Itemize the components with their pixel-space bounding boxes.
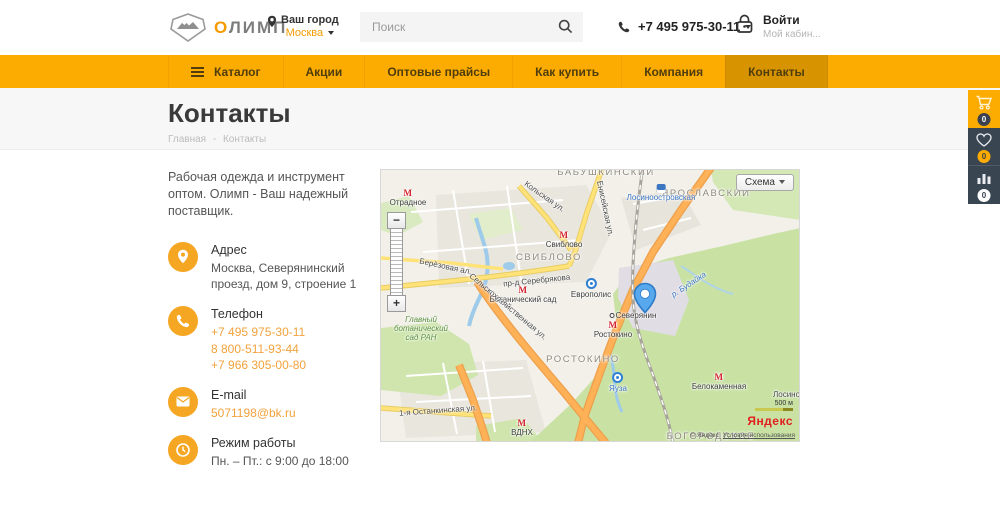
header-phone-number[interactable]: +7 495 975-30-11: [638, 19, 740, 34]
map-label: СВИБЛОВО: [516, 252, 582, 263]
login-label: Войти: [763, 13, 821, 27]
map-copyright: © ЯндексУсловия использования: [690, 432, 795, 439]
cart-count-badge: 0: [978, 113, 991, 126]
envelope-icon: [168, 387, 198, 417]
contact-phones: Телефон +7 495 975-30-11 8 800-511-93-44…: [168, 306, 360, 374]
bar-chart-icon: [977, 171, 992, 185]
location-pin-icon: [267, 15, 277, 31]
login-button[interactable]: Войти Мой кабин...: [735, 13, 821, 40]
logo-shield-icon: [170, 13, 206, 42]
email-label: E-mail: [211, 387, 296, 404]
cart-icon: [976, 95, 993, 111]
nav-item-catalog[interactable]: Каталог: [168, 55, 283, 88]
breadcrumb-home[interactable]: Главная: [168, 134, 206, 145]
phone-link-1[interactable]: +7 495 975-30-11: [211, 324, 306, 341]
zoom-in-button[interactable]: +: [387, 295, 406, 312]
favorites-count-badge: 0: [978, 150, 991, 163]
feedback-section: Обратная связь Сообщение * Ваше имя *: [0, 482, 1000, 509]
metro-icon: М: [404, 188, 413, 198]
phone-link-3[interactable]: +7 966 305-00-80: [211, 357, 306, 374]
scale-bar: [755, 408, 793, 411]
map-canvas: [381, 170, 800, 442]
heart-icon: [976, 133, 992, 147]
zoom-slider[interactable]: [390, 229, 403, 295]
hamburger-icon: [191, 65, 204, 79]
favorites-button[interactable]: 0: [968, 128, 1000, 166]
map-poi-icon: [585, 278, 596, 289]
contact-email: E-mail 5071198@bk.ru: [168, 387, 360, 422]
compare-button[interactable]: 0: [968, 166, 1000, 204]
title-band: Контакты Главная - Контакты: [0, 88, 1000, 150]
map-zoom-control: − +: [387, 212, 406, 312]
zoom-out-button[interactable]: −: [387, 212, 406, 229]
phones-label: Телефон: [211, 306, 306, 323]
search-icon[interactable]: [558, 19, 573, 39]
map-poi-icon: [613, 372, 624, 383]
address-label: Адрес: [211, 242, 361, 259]
address-pin-icon: [168, 242, 198, 272]
map-label: МБелокаменная: [692, 372, 746, 391]
hours-value: Пн. – Пт.: с 9:00 до 18:00: [211, 453, 361, 470]
city-value[interactable]: Москва: [281, 27, 339, 39]
contact-info-column: Рабочая одежда и инструмент оптом. Олимп…: [168, 169, 380, 482]
login-sublabel: Мой кабин...: [763, 29, 821, 40]
header-phone[interactable]: +7 495 975-30-11: [618, 19, 751, 34]
cart-button[interactable]: 0: [968, 90, 1000, 128]
yandex-map[interactable]: БАБУШКИНСКИЙЯРОСЛАВСКИЙЛосиноостровскаяМ…: [380, 169, 800, 442]
yandex-logo[interactable]: Яндекс: [747, 414, 793, 428]
compare-count-badge: 0: [978, 189, 991, 202]
metro-icon: М: [517, 418, 526, 428]
main-nav: Каталог Акции Оптовые прайсы Как купить …: [0, 55, 1000, 88]
metro-icon: М: [715, 372, 724, 382]
contact-hours: Режим работы Пн. – Пт.: с 9:00 до 18:00: [168, 435, 360, 470]
map-label: Европолис: [571, 278, 611, 299]
address-value: Москва, Северянинский проезд, дом 9, стр…: [211, 260, 361, 293]
map-label: БАБУШКИНСКИЙ: [557, 169, 655, 178]
page-title: Контакты: [168, 98, 1000, 129]
map-label: МСвиблово: [546, 230, 583, 249]
map-label: Лосиноостровская: [627, 184, 696, 202]
metro-icon: М: [608, 320, 617, 330]
map-layer-button[interactable]: Схема: [736, 174, 794, 191]
breadcrumb-separator: -: [213, 134, 216, 145]
contact-address: Адрес Москва, Северянинский проезд, дом …: [168, 242, 360, 293]
layer-chevron-icon: [779, 180, 785, 184]
search-box: [360, 12, 583, 42]
map-label: Лосиноост: [773, 390, 800, 399]
nav-item-contacts[interactable]: Контакты: [725, 55, 828, 88]
breadcrumb: Главная - Контакты: [168, 134, 1000, 145]
city-label: Ваш город: [281, 14, 339, 26]
phone-link-2[interactable]: 8 800-511-93-44: [211, 341, 306, 358]
email-link[interactable]: 5071198@bk.ru: [211, 405, 296, 422]
metro-icon: М: [559, 230, 568, 240]
map-label: МВДНХ: [511, 418, 533, 437]
contacts-content: Рабочая одежда и инструмент оптом. Олимп…: [0, 150, 1000, 482]
intro-text: Рабочая одежда и инструмент оптом. Олимп…: [168, 169, 364, 220]
map-label: РОСТОКИНО: [546, 354, 620, 365]
search-input[interactable]: [360, 12, 583, 42]
map-terms-link[interactable]: Условия использования: [723, 432, 795, 439]
hours-label: Режим работы: [211, 435, 361, 452]
map-label: МРостокино: [594, 320, 632, 339]
nav-item-wholesale-prices[interactable]: Оптовые прайсы: [364, 55, 512, 88]
nav-item-how-to-buy[interactable]: Как купить: [512, 55, 621, 88]
clock-icon: [168, 435, 198, 465]
chevron-down-icon: [328, 31, 334, 35]
rail-station-icon: [656, 184, 665, 193]
map-scale: 500 м: [755, 400, 793, 411]
header: ОЛИМП Ваш город Москва +7 495 975-30-11 …: [0, 0, 1000, 55]
map-placemark-icon[interactable]: [633, 282, 657, 319]
map-label: Главный ботанический сад РАН: [389, 315, 453, 343]
map-label: Яуза: [609, 372, 627, 393]
map-label: МОтрадное: [390, 188, 427, 207]
floating-panel: 0 0 0: [968, 90, 1000, 204]
phone-icon: [618, 21, 630, 33]
nav-item-company[interactable]: Компания: [621, 55, 725, 88]
breadcrumb-current: Контакты: [223, 134, 266, 145]
city-selector[interactable]: Ваш город Москва: [281, 14, 339, 39]
lock-icon: [735, 13, 754, 34]
map-poi-icon: [610, 313, 615, 318]
phone-circle-icon: [168, 306, 198, 336]
nav-item-promos[interactable]: Акции: [283, 55, 365, 88]
